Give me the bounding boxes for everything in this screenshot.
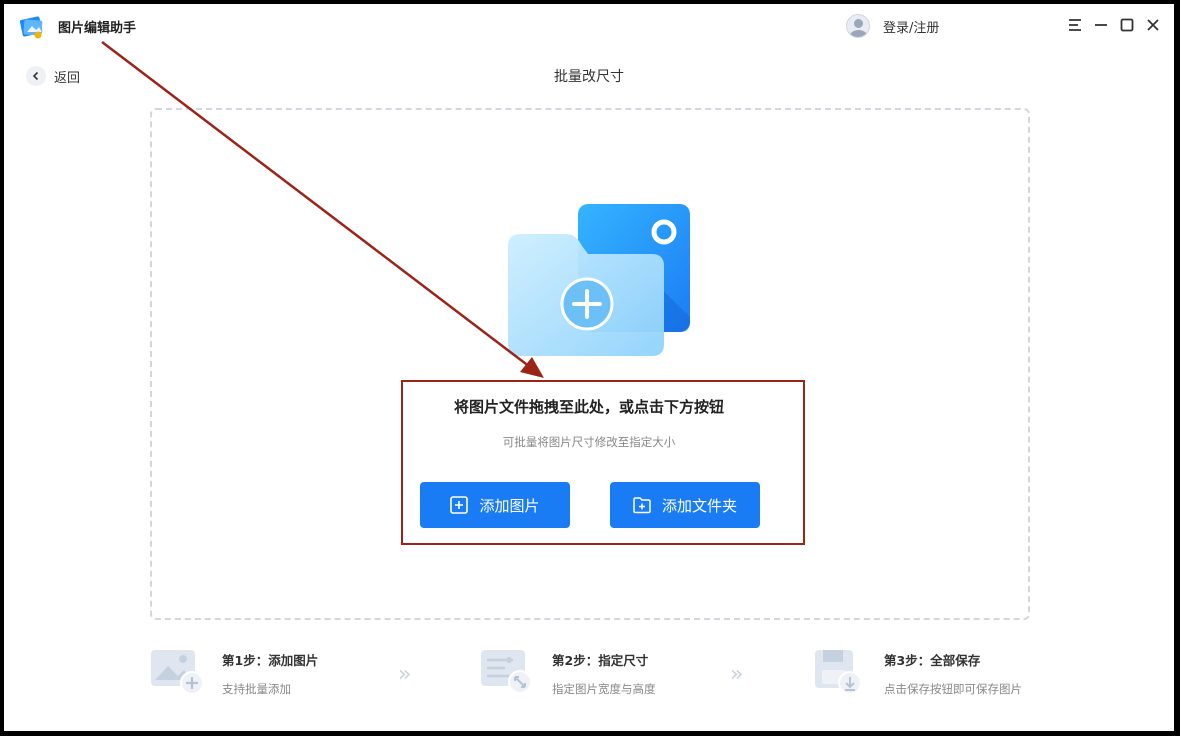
add-folder-button[interactable]: 添加文件夹	[610, 482, 760, 528]
app-window: 图片编辑助手 登录/注册 批量改尺寸 返回 将图片文件拖拽至此处，或点击下方按钮…	[4, 4, 1174, 731]
window-controls	[1066, 16, 1162, 34]
close-icon[interactable]	[1144, 16, 1162, 34]
step-1: 第1步：添加图片 支持批量添加	[150, 646, 318, 697]
step-separator-icon: »	[398, 662, 412, 687]
step-title: 第3步：全部保存	[884, 653, 981, 668]
step-desc: 指定图片宽度与高度	[552, 682, 656, 696]
resize-icon	[481, 650, 532, 694]
maximize-icon[interactable]	[1118, 16, 1136, 34]
save-icon	[815, 650, 862, 695]
add-image-button[interactable]: 添加图片	[420, 482, 570, 528]
folder-add-illustration-icon	[508, 204, 690, 356]
avatar[interactable]	[846, 14, 870, 38]
app-title: 图片编辑助手	[58, 21, 137, 36]
page-title: 批量改尺寸	[554, 69, 624, 85]
menu-icon[interactable]	[1066, 16, 1084, 34]
minimize-icon[interactable]	[1092, 16, 1110, 34]
plus-square-icon	[450, 496, 469, 514]
add-folder-label: 添加文件夹	[661, 496, 737, 515]
step-3: 第3步：全部保存 点击保存按钮即可保存图片	[812, 646, 1022, 697]
step-2: 第2步：指定尺寸 指定图片宽度与高度	[480, 646, 656, 697]
folder-plus-icon	[633, 497, 651, 514]
step-title: 第2步：指定尺寸	[552, 653, 649, 668]
step-title: 第1步：添加图片	[222, 653, 319, 668]
drop-zone-title: 将图片文件拖拽至此处，或点击下方按钮	[453, 398, 724, 416]
title-bar: 图片编辑助手 登录/注册	[4, 4, 1174, 48]
step-desc: 点击保存按钮即可保存图片	[884, 682, 1022, 696]
chevron-left-icon	[26, 66, 46, 86]
back-button[interactable]: 返回	[26, 66, 80, 86]
drop-zone-subtitle: 可批量将图片尺寸修改至指定大小	[502, 435, 676, 449]
login-register-link[interactable]: 登录/注册	[883, 17, 939, 36]
app-logo-icon	[19, 16, 43, 39]
add-image-label: 添加图片	[479, 496, 540, 515]
step-desc: 支持批量添加	[222, 682, 291, 696]
back-label: 返回	[54, 70, 81, 86]
step-separator-icon: »	[730, 662, 744, 687]
add-image-icon	[151, 650, 204, 695]
user-login-area[interactable]: 登录/注册	[846, 14, 939, 38]
